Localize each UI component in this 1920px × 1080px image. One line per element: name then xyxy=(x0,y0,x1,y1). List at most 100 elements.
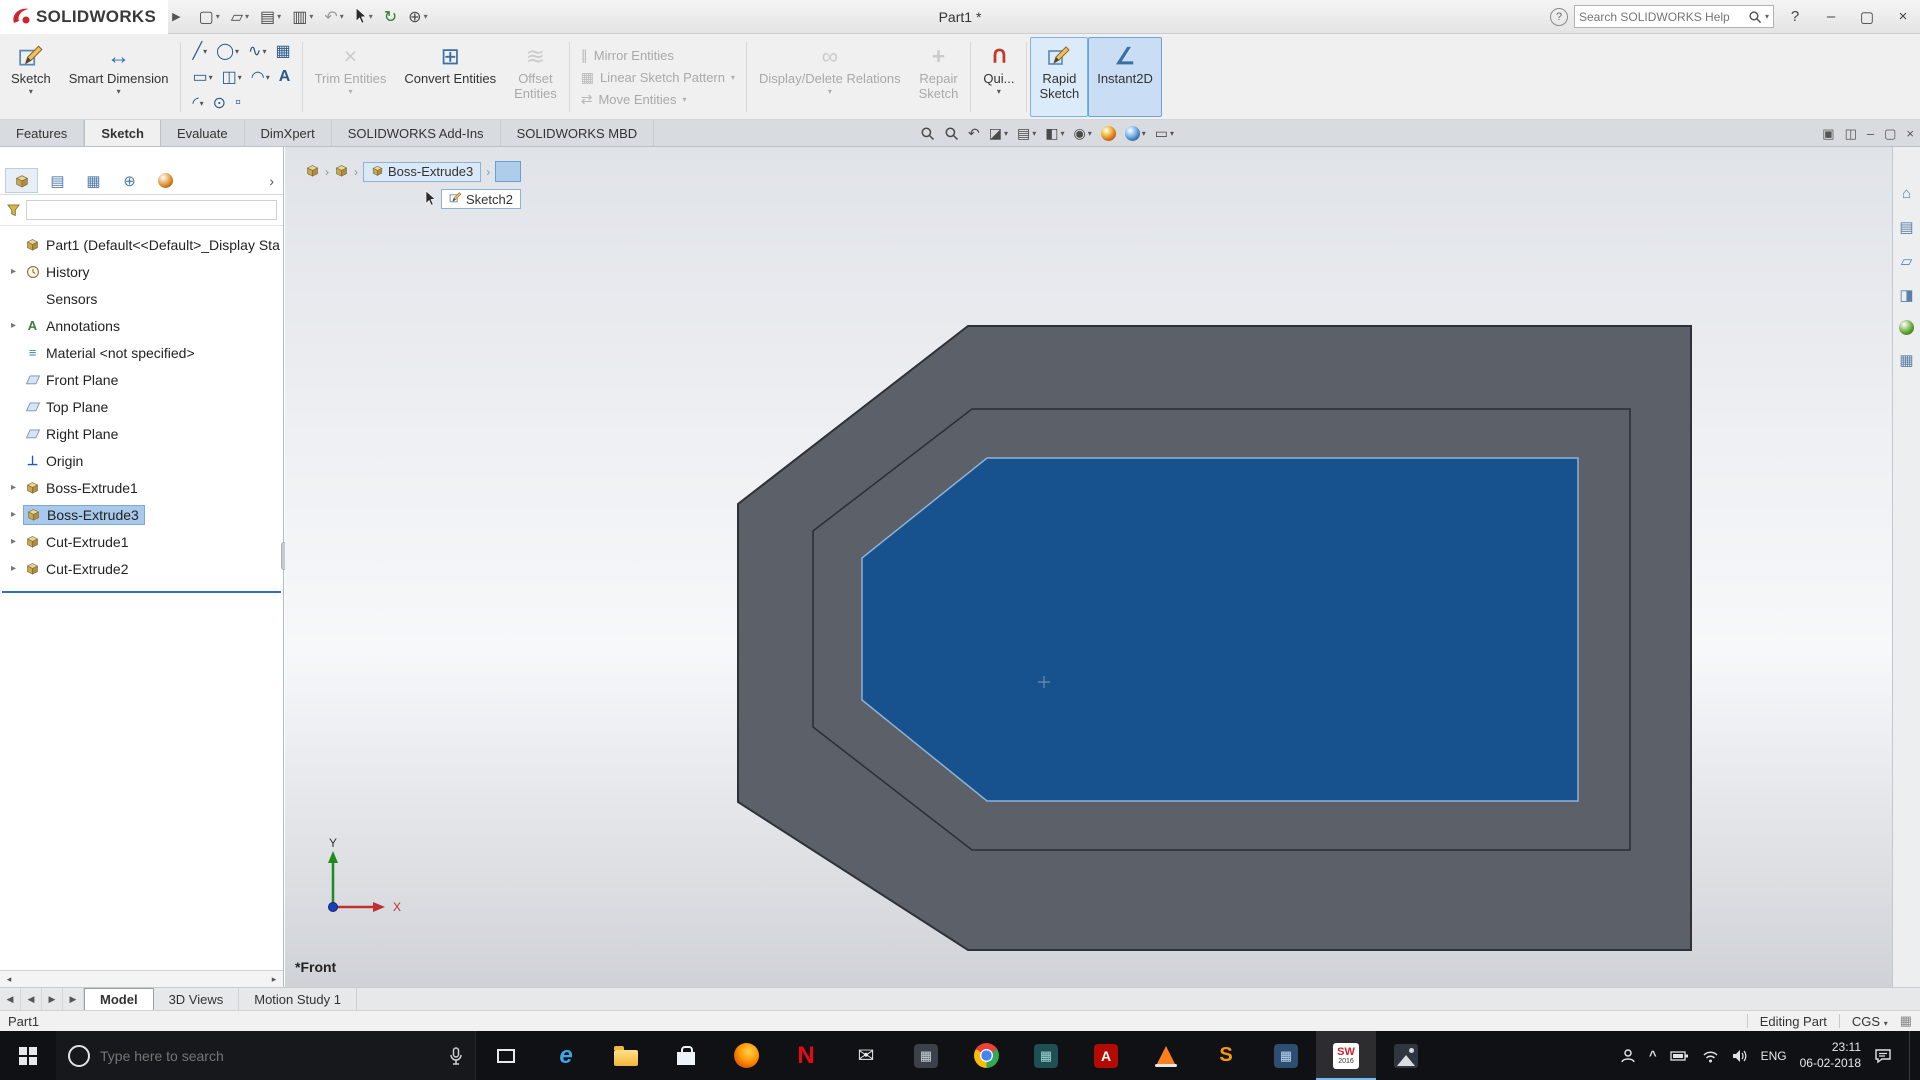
tab-solidworks-addins[interactable]: SOLIDWORKS Add-Ins xyxy=(332,120,501,146)
breadcrumb-feature-chip[interactable]: Boss-Extrude3 xyxy=(363,161,482,182)
expand-arrow-icon[interactable]: ▸ xyxy=(8,482,19,493)
convert-entities-button[interactable]: ⊞ Convert Entities xyxy=(395,37,505,117)
filter-funnel-icon[interactable] xyxy=(6,203,21,218)
home-icon[interactable]: ⌂ xyxy=(1902,185,1911,202)
maximize-button[interactable]: ▢ xyxy=(1852,4,1882,30)
repair-sketch-button[interactable]: + Repair Sketch xyxy=(910,37,968,117)
hide-show-items-button[interactable]: ◉ ▾ xyxy=(1073,125,1091,142)
previous-view-button[interactable]: ↶ xyxy=(968,125,980,142)
action-center-icon[interactable] xyxy=(1874,1048,1892,1064)
motion-study-tab[interactable]: Motion Study 1 xyxy=(239,988,357,1010)
line-tool-button[interactable]: ╱ ▾ xyxy=(189,39,210,63)
rectangle-tool-button[interactable]: ▭ ▾ xyxy=(189,65,215,89)
appearances-icon[interactable] xyxy=(1899,320,1914,335)
unit-system-selector[interactable]: CGS ▾ xyxy=(1852,1014,1888,1029)
tab-sketch[interactable]: Sketch xyxy=(84,120,161,146)
sketch-button[interactable]: Sketch ▾ xyxy=(2,37,60,117)
taskbar-search-input[interactable] xyxy=(100,1047,439,1064)
select-button[interactable]: ▾ xyxy=(351,6,377,27)
rebuild-button[interactable]: ↻ xyxy=(380,5,401,29)
display-delete-relations-button[interactable]: ∞ Display/Delete Relations ▾ xyxy=(750,37,910,117)
help-circle-icon[interactable]: ? xyxy=(1550,7,1568,26)
instant2d-button[interactable]: ∠ Instant2D xyxy=(1088,37,1162,117)
tab-dimxpert[interactable]: DimXpert xyxy=(245,120,332,146)
zoom-to-area-button[interactable] xyxy=(944,126,959,141)
view-orientation-button[interactable]: ▤ ▾ xyxy=(1017,125,1036,142)
point-tool-button[interactable]: ⊙ xyxy=(210,91,229,115)
save-button[interactable]: ▤ ▾ xyxy=(256,5,285,29)
breadcrumb-selected-face-chip[interactable] xyxy=(495,161,522,182)
view-palette-icon[interactable]: ◨ xyxy=(1899,286,1913,304)
tree-item-top-plane[interactable]: Top Plane xyxy=(0,393,283,420)
network-wifi-icon[interactable] xyxy=(1702,1049,1719,1063)
scroll-left-icon[interactable]: ◂ xyxy=(0,974,18,985)
options-button[interactable]: ⊕ ▾ xyxy=(404,5,431,29)
firefox-button[interactable] xyxy=(716,1031,776,1080)
tree-item-sensors[interactable]: Sensors xyxy=(0,285,283,312)
arc-tool-button[interactable]: ◠ ▾ xyxy=(248,65,273,89)
show-desktop-button[interactable] xyxy=(1909,1031,1916,1080)
3d-views-tab[interactable]: 3D Views xyxy=(154,988,240,1010)
acrobat-button[interactable]: A xyxy=(1076,1031,1136,1080)
tray-expand-chevron-icon[interactable]: ^ xyxy=(1649,1048,1657,1063)
tree-item-material[interactable]: ≡ Material <not specified> xyxy=(0,339,283,366)
part-3d-view[interactable] xyxy=(285,147,1892,987)
tab-nav-first-icon[interactable]: ◀ xyxy=(0,988,21,1010)
expand-arrow-icon[interactable]: ▸ xyxy=(8,563,19,574)
netflix-button[interactable]: N xyxy=(776,1031,836,1080)
graphics-viewport[interactable]: › › Boss-Extrude3 › Sketch2 Y X *Front xyxy=(285,147,1892,987)
configurationmanager-tab[interactable]: ▦ xyxy=(77,168,110,193)
tab-evaluate[interactable]: Evaluate xyxy=(161,120,245,146)
task-view-button[interactable] xyxy=(476,1031,536,1080)
circle-tool-button[interactable]: ◯ ▾ xyxy=(213,39,242,63)
dimxpertmanager-tab[interactable]: ⊕ xyxy=(113,168,146,193)
tree-item-history[interactable]: ▸ History xyxy=(0,258,283,285)
design-library-icon[interactable]: ▤ xyxy=(1899,218,1913,236)
store-button[interactable] xyxy=(656,1031,716,1080)
doc-minimize-button[interactable]: – xyxy=(1867,126,1874,141)
print-button[interactable]: ▥ ▾ xyxy=(288,5,317,29)
search-options-caret-icon[interactable]: ▾ xyxy=(1765,12,1769,21)
app-button-1[interactable]: ▦ xyxy=(896,1031,956,1080)
apply-scene-button[interactable]: ▾ xyxy=(1124,126,1146,141)
linear-sketch-pattern-button[interactable]: ▦ Linear Sketch Pattern ▾ xyxy=(581,69,735,86)
quick-snaps-button[interactable]: ∪ Qui... ▾ xyxy=(974,37,1023,117)
mail-button[interactable]: ✉ xyxy=(836,1031,896,1080)
search-icon[interactable] xyxy=(1748,10,1762,24)
doc-restore-button[interactable]: ▢ xyxy=(1884,126,1896,142)
smart-dimension-button[interactable]: ↔ Smart Dimension ▾ xyxy=(60,37,178,117)
app-help-button[interactable]: ? xyxy=(1780,4,1810,30)
view-settings-button[interactable]: ▭ ▾ xyxy=(1155,125,1174,142)
photos-button[interactable] xyxy=(1376,1031,1436,1080)
text-tool-button[interactable]: A xyxy=(276,65,294,89)
rapid-sketch-button[interactable]: Rapid Sketch xyxy=(1030,37,1089,117)
expand-arrow-icon[interactable]: ▸ xyxy=(8,266,19,277)
battery-icon[interactable] xyxy=(1669,1050,1689,1062)
taskbar-search[interactable] xyxy=(56,1031,476,1080)
open-document-button[interactable]: ▱ ▾ xyxy=(227,5,253,29)
move-entities-button[interactable]: ⇄ Move Entities ▾ xyxy=(581,91,735,108)
edge-button[interactable]: e xyxy=(536,1031,596,1080)
model-tab[interactable]: Model xyxy=(84,988,154,1010)
language-indicator[interactable]: ENG xyxy=(1761,1049,1787,1063)
scroll-right-icon[interactable]: ▸ xyxy=(265,974,283,985)
fillet-tool-button[interactable]: ◜ ▾ xyxy=(189,91,206,115)
slot-tool-button[interactable]: ◫ ▾ xyxy=(219,65,245,89)
tree-item-boss-extrude3[interactable]: ▸ Boss-Extrude3 xyxy=(0,501,283,528)
tree-item-front-plane[interactable]: Front Plane xyxy=(0,366,283,393)
tab-nav-last-icon[interactable]: ▶ xyxy=(63,988,84,1010)
tree-item-right-plane[interactable]: Right Plane xyxy=(0,420,283,447)
tree-item-annotations[interactable]: ▸ A Annotations xyxy=(0,312,283,339)
expand-arrow-icon[interactable]: ▸ xyxy=(8,509,19,520)
file-explorer-button[interactable] xyxy=(596,1031,656,1080)
sublime-button[interactable]: S xyxy=(1196,1031,1256,1080)
breadcrumb-sketch-chip[interactable]: Sketch2 xyxy=(441,189,521,209)
breadcrumb-body-icon[interactable] xyxy=(334,163,349,181)
dock-panel2-icon[interactable]: ◫ xyxy=(1845,126,1857,142)
statusbar-icon[interactable]: ▦ xyxy=(1900,1013,1912,1029)
people-icon[interactable] xyxy=(1620,1048,1636,1064)
breadcrumb-part-icon[interactable] xyxy=(305,163,320,181)
tab-solidworks-mbd[interactable]: SOLIDWORKS MBD xyxy=(501,120,655,146)
edit-appearance-button[interactable] xyxy=(1100,126,1116,141)
new-document-button[interactable]: ▢ ▾ xyxy=(195,5,224,29)
